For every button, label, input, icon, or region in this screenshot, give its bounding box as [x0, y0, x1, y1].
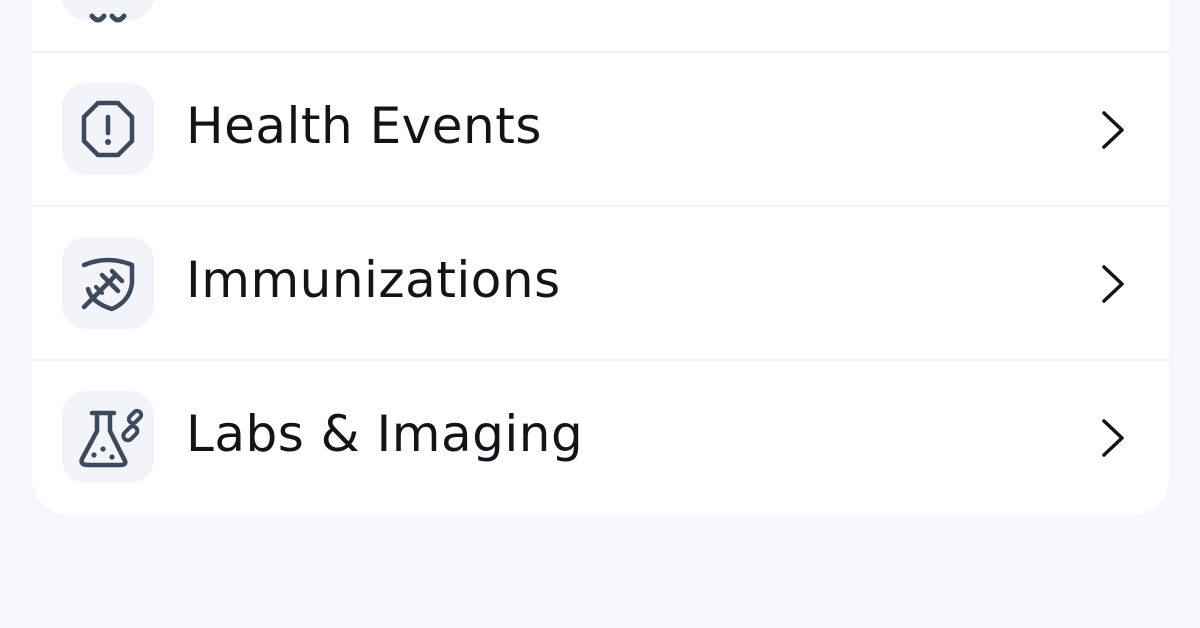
list-item-label: Immunizations [186, 251, 561, 309]
alert-octagon-icon [81, 100, 135, 158]
menu-card: Health Events Immunizations Labs & Imagi… [32, 0, 1169, 515]
flask-pill-icon [79, 408, 144, 468]
glasses-icon [89, 13, 127, 23]
immunizations-icon-tile [62, 237, 154, 329]
shield-syringe-icon [81, 257, 135, 312]
list-item-label: Labs & Imaging [186, 405, 584, 463]
health-events-icon-tile [62, 83, 154, 175]
chevron-right-icon [1102, 111, 1124, 149]
list-item-health-events[interactable]: Health Events [32, 53, 1169, 206]
chevron-right-icon [1102, 419, 1124, 457]
labs-imaging-icon-tile [62, 391, 154, 483]
list-item-labs-imaging[interactable]: Labs & Imaging [32, 361, 1169, 514]
list-item-label: Health Events [186, 97, 542, 155]
partial-item-icon-tile [62, 0, 154, 23]
list-item-immunizations[interactable]: Immunizations [32, 207, 1169, 360]
chevron-right-icon [1102, 265, 1124, 303]
